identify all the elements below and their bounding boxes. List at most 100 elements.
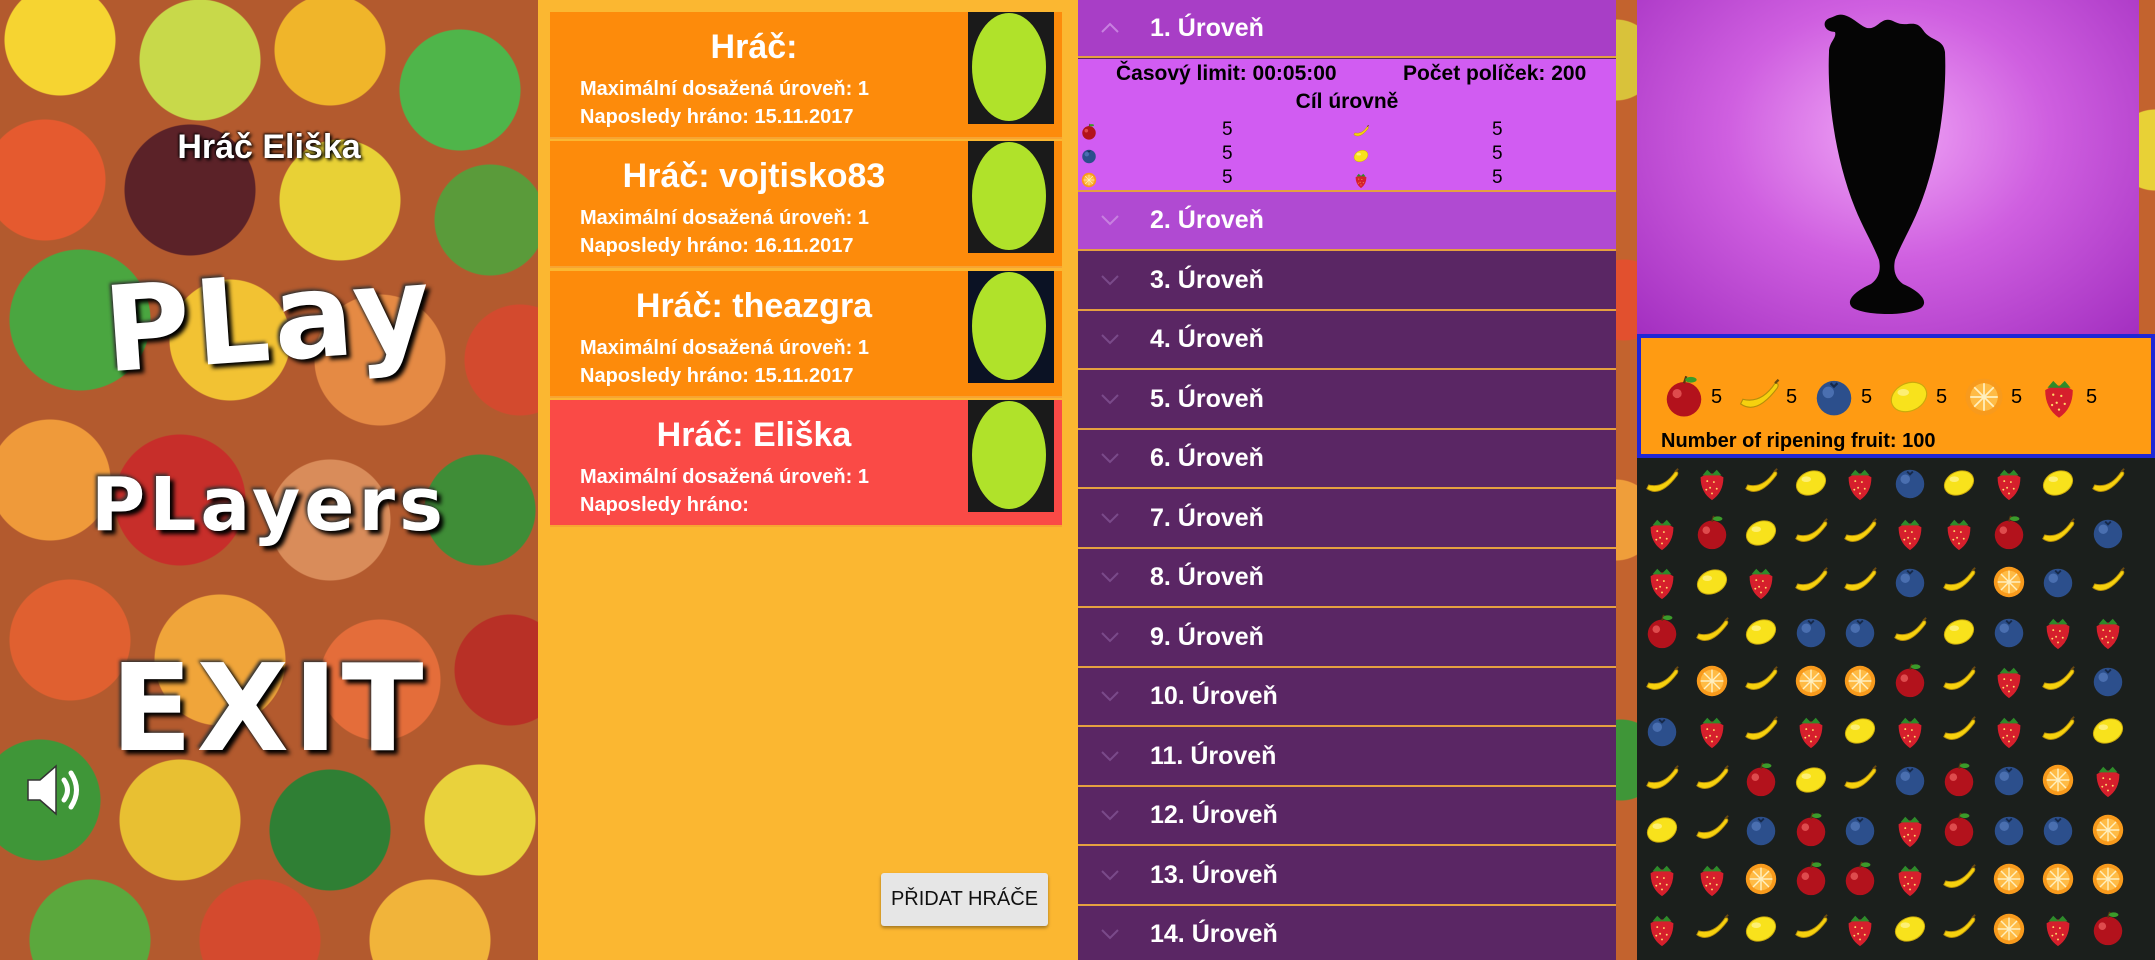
strawberry-icon[interactable] bbox=[2039, 613, 2077, 651]
banana-icon[interactable] bbox=[1940, 662, 1978, 700]
orange-icon[interactable] bbox=[2089, 811, 2127, 849]
strawberry-icon[interactable] bbox=[1990, 712, 2028, 750]
apple-icon[interactable] bbox=[1940, 761, 1978, 799]
apple-icon[interactable] bbox=[1693, 514, 1731, 552]
orange-icon[interactable] bbox=[1792, 662, 1830, 700]
blueberry-icon[interactable] bbox=[2089, 662, 2127, 700]
strawberry-icon[interactable] bbox=[1841, 910, 1879, 948]
blueberry-icon[interactable] bbox=[1990, 761, 2028, 799]
orange-icon[interactable] bbox=[1990, 860, 2028, 898]
banana-icon[interactable] bbox=[1792, 563, 1830, 601]
banana-icon[interactable] bbox=[1940, 860, 1978, 898]
banana-icon[interactable] bbox=[2039, 662, 2077, 700]
strawberry-icon[interactable] bbox=[1990, 464, 2028, 502]
level-row[interactable]: 4. Úroveň bbox=[1078, 311, 1616, 370]
orange-icon[interactable] bbox=[2089, 860, 2127, 898]
banana-icon[interactable] bbox=[1643, 662, 1681, 700]
blueberry-icon[interactable] bbox=[1841, 613, 1879, 651]
apple-icon[interactable] bbox=[1792, 860, 1830, 898]
lemon-icon[interactable] bbox=[1940, 613, 1978, 651]
banana-icon[interactable] bbox=[1643, 464, 1681, 502]
strawberry-icon[interactable] bbox=[1643, 514, 1681, 552]
blueberry-icon[interactable] bbox=[1742, 811, 1780, 849]
strawberry-icon[interactable] bbox=[1693, 712, 1731, 750]
level-row[interactable]: 11. Úroveň bbox=[1078, 728, 1616, 787]
apple-icon[interactable] bbox=[1792, 811, 1830, 849]
banana-icon[interactable] bbox=[1841, 514, 1879, 552]
lemon-icon[interactable] bbox=[1940, 464, 1978, 502]
banana-icon[interactable] bbox=[1693, 761, 1731, 799]
strawberry-icon[interactable] bbox=[1792, 712, 1830, 750]
level-row[interactable]: 3. Úroveň bbox=[1078, 252, 1616, 311]
orange-icon[interactable] bbox=[1990, 563, 2028, 601]
blueberry-icon[interactable] bbox=[2039, 563, 2077, 601]
blueberry-icon[interactable] bbox=[2089, 514, 2127, 552]
lemon-icon[interactable] bbox=[1643, 811, 1681, 849]
orange-icon[interactable] bbox=[1990, 910, 2028, 948]
add-player-button[interactable]: PŘIDAT HRÁČE bbox=[881, 873, 1048, 926]
banana-icon[interactable] bbox=[1891, 613, 1929, 651]
lemon-icon[interactable] bbox=[1742, 514, 1780, 552]
blueberry-icon[interactable] bbox=[1891, 464, 1929, 502]
strawberry-icon[interactable] bbox=[1990, 662, 2028, 700]
banana-icon[interactable] bbox=[1841, 761, 1879, 799]
orange-icon[interactable] bbox=[2039, 860, 2077, 898]
strawberry-icon[interactable] bbox=[1742, 563, 1780, 601]
blueberry-icon[interactable] bbox=[1990, 811, 2028, 849]
banana-icon[interactable] bbox=[1940, 712, 1978, 750]
strawberry-icon[interactable] bbox=[2039, 910, 2077, 948]
banana-icon[interactable] bbox=[1693, 613, 1731, 651]
banana-icon[interactable] bbox=[1940, 563, 1978, 601]
exit-button[interactable]: EXIT bbox=[0, 640, 538, 779]
player-card[interactable]: Hráč: vojtisko83 Maximální dosažená úrov… bbox=[550, 141, 1062, 268]
banana-icon[interactable] bbox=[2089, 464, 2127, 502]
lemon-icon[interactable] bbox=[1742, 910, 1780, 948]
lemon-icon[interactable] bbox=[1792, 761, 1830, 799]
orange-icon[interactable] bbox=[1693, 662, 1731, 700]
orange-icon[interactable] bbox=[1742, 860, 1780, 898]
lemon-icon[interactable] bbox=[1841, 712, 1879, 750]
strawberry-icon[interactable] bbox=[1643, 860, 1681, 898]
level-row[interactable]: 8. Úroveň bbox=[1078, 549, 1616, 608]
level-row[interactable]: 6. Úroveň bbox=[1078, 430, 1616, 489]
strawberry-icon[interactable] bbox=[1693, 860, 1731, 898]
player-card[interactable]: Hráč: Maximální dosažená úroveň: 1 Napos… bbox=[550, 12, 1062, 139]
strawberry-icon[interactable] bbox=[2089, 761, 2127, 799]
banana-icon[interactable] bbox=[1742, 464, 1780, 502]
banana-icon[interactable] bbox=[1742, 712, 1780, 750]
banana-icon[interactable] bbox=[1792, 514, 1830, 552]
level-row[interactable]: 9. Úroveň bbox=[1078, 609, 1616, 668]
apple-icon[interactable] bbox=[1891, 662, 1929, 700]
player-card-selected[interactable]: Hráč: Eliška Maximální dosažená úroveň: … bbox=[550, 400, 1062, 527]
banana-icon[interactable] bbox=[1841, 563, 1879, 601]
blueberry-icon[interactable] bbox=[1891, 761, 1929, 799]
blueberry-icon[interactable] bbox=[2039, 811, 2077, 849]
strawberry-icon[interactable] bbox=[1891, 860, 1929, 898]
level-row[interactable]: 10. Úroveň bbox=[1078, 668, 1616, 727]
level-row[interactable]: 13. Úroveň bbox=[1078, 847, 1616, 906]
lemon-icon[interactable] bbox=[2089, 712, 2127, 750]
banana-icon[interactable] bbox=[2039, 712, 2077, 750]
strawberry-icon[interactable] bbox=[1891, 811, 1929, 849]
banana-icon[interactable] bbox=[1742, 662, 1780, 700]
strawberry-icon[interactable] bbox=[2089, 613, 2127, 651]
banana-icon[interactable] bbox=[1693, 811, 1731, 849]
strawberry-icon[interactable] bbox=[1891, 712, 1929, 750]
strawberry-icon[interactable] bbox=[1643, 910, 1681, 948]
blueberry-icon[interactable] bbox=[1643, 712, 1681, 750]
apple-icon[interactable] bbox=[1742, 761, 1780, 799]
level-row[interactable]: 5. Úroveň bbox=[1078, 371, 1616, 430]
orange-icon[interactable] bbox=[2039, 761, 2077, 799]
level-row[interactable]: 7. Úroveň bbox=[1078, 490, 1616, 549]
apple-icon[interactable] bbox=[1643, 613, 1681, 651]
blueberry-icon[interactable] bbox=[1792, 613, 1830, 651]
strawberry-icon[interactable] bbox=[1891, 514, 1929, 552]
banana-icon[interactable] bbox=[1643, 761, 1681, 799]
apple-icon[interactable] bbox=[2089, 910, 2127, 948]
apple-icon[interactable] bbox=[1841, 860, 1879, 898]
player-card[interactable]: Hráč: theazgra Maximální dosažená úroveň… bbox=[550, 271, 1062, 398]
lemon-icon[interactable] bbox=[2039, 464, 2077, 502]
banana-icon[interactable] bbox=[2039, 514, 2077, 552]
players-button[interactable]: PLayers bbox=[0, 462, 538, 548]
lemon-icon[interactable] bbox=[1792, 464, 1830, 502]
